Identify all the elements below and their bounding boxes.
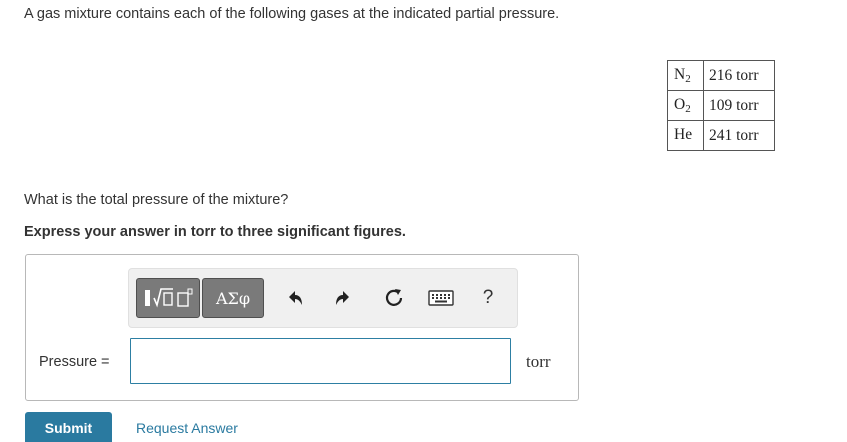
gas-subscript: 2 [685, 73, 691, 85]
undo-button[interactable] [279, 282, 311, 314]
instruction-text: Express your answer in torr to three sig… [24, 224, 406, 240]
table-row: N2 216 torr [667, 60, 775, 91]
request-answer-link[interactable]: Request Answer [136, 420, 238, 436]
templates-button[interactable] [136, 278, 200, 318]
gas-formula: O2 [667, 90, 704, 121]
reset-icon [385, 289, 403, 306]
submit-button[interactable]: Submit [25, 412, 112, 442]
reset-button[interactable] [378, 282, 410, 314]
undo-icon [289, 291, 302, 305]
question-text: What is the total pressure of the mixtur… [24, 192, 289, 208]
keyboard-button[interactable] [425, 282, 457, 314]
table-row: He 241 torr [667, 120, 775, 151]
pressure-label: Pressure = [39, 354, 110, 370]
keyboard-icon [428, 290, 454, 306]
partial-pressure-value: 216 torr [703, 60, 775, 91]
table-row: O2 109 torr [667, 90, 775, 121]
help-button[interactable]: ? [472, 282, 504, 314]
greek-symbols-button[interactable]: ΑΣφ [202, 278, 264, 318]
templates-icon [145, 288, 193, 308]
partial-pressure-value: 109 torr [703, 90, 775, 121]
gas-formula: He [667, 120, 704, 151]
partial-pressure-table: N2 216 torr O2 109 torr He 241 torr [667, 60, 775, 151]
gas-formula: N2 [667, 60, 704, 91]
partial-pressure-value: 241 torr [703, 120, 775, 151]
redo-button[interactable] [327, 282, 359, 314]
help-icon: ? [482, 287, 494, 308]
answer-box: ΑΣφ ? Pressure = torr [25, 254, 579, 401]
redo-icon [336, 291, 349, 305]
unit-label: torr [526, 352, 551, 371]
problem-intro: A gas mixture contains each of the follo… [24, 6, 560, 22]
gas-symbol: O [674, 96, 686, 113]
math-toolbar: ΑΣφ ? [128, 268, 518, 328]
gas-symbol: N [674, 66, 686, 83]
gas-subscript: 2 [685, 103, 691, 115]
gas-symbol: He [674, 126, 693, 143]
pressure-input[interactable] [130, 338, 511, 384]
